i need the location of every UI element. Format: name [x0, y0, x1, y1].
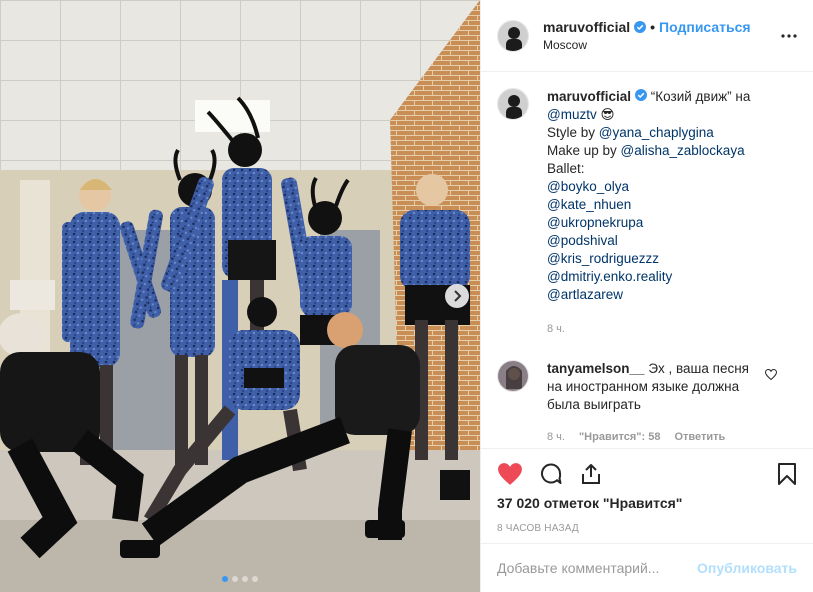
post-caption: maruvofficial “Козий движ” на @muztv 😎 Sty…	[497, 88, 797, 338]
avatar-image	[498, 361, 528, 391]
caption-line: @boyko_olya	[547, 178, 750, 196]
carousel-dot	[222, 576, 228, 582]
avatar[interactable]	[497, 360, 529, 392]
avatar-image	[498, 89, 528, 119]
heart-filled-icon	[498, 463, 522, 485]
caption-line: Ballet:	[547, 160, 750, 178]
more-options-button[interactable]	[781, 26, 797, 41]
caption-text-segment: Make up by	[547, 143, 621, 158]
carousel-dot	[252, 576, 258, 582]
caption-text-segment: 😎	[596, 107, 615, 122]
mention-link[interactable]: @artlazarew	[547, 287, 623, 302]
publish-button[interactable]: Опубликовать	[697, 560, 797, 576]
reply-button[interactable]: Ответить	[674, 428, 725, 446]
comment-time[interactable]: 8 ч.	[547, 428, 565, 446]
carousel-indicator	[0, 576, 480, 582]
mention-link[interactable]: @dmitriy.enko.reality	[547, 269, 672, 284]
caption-text-segment: Ballet:	[547, 161, 585, 176]
post-side-panel: maruvofficial • Подписаться Moscow maruv…	[480, 0, 813, 592]
carousel-next-button[interactable]	[445, 284, 469, 308]
comment-icon	[541, 463, 562, 484]
comment-button[interactable]	[539, 462, 563, 486]
comment-like-button[interactable]	[764, 368, 778, 383]
mention-link[interactable]: @kate_nhuen	[547, 197, 631, 212]
posted-time[interactable]: 8 ЧАСОВ НАЗАД	[497, 523, 797, 534]
caption-text-segment: “Козий движ” на	[650, 89, 751, 104]
follow-button[interactable]: Подписаться	[659, 19, 751, 35]
carousel-dot	[232, 576, 238, 582]
caption-text: maruvofficial “Козий движ” на @muztv 😎 Sty…	[547, 88, 750, 304]
mention-link[interactable]: @kris_rodriguezzz	[547, 251, 659, 266]
mention-link[interactable]: @boyko_olya	[547, 179, 629, 194]
carousel-dot	[242, 576, 248, 582]
comment-input[interactable]	[497, 560, 698, 576]
caption-line: @kate_nhuen	[547, 196, 750, 214]
avatar[interactable]	[497, 88, 529, 120]
save-button[interactable]	[777, 462, 797, 486]
comment-username[interactable]: tanyamelson__	[547, 361, 645, 376]
comment-likes[interactable]: "Нравится": 58	[579, 428, 660, 446]
mention-link[interactable]: @podshival	[547, 233, 618, 248]
verified-badge-icon	[634, 21, 647, 33]
mention-link[interactable]: @ukropnekrupa	[547, 215, 643, 230]
caption-line: Style by @yana_chaplygina	[547, 124, 750, 142]
caption-text-segment: Style by	[547, 125, 599, 140]
more-dots-icon	[781, 34, 797, 38]
post-header: maruvofficial • Подписаться Moscow	[481, 0, 813, 72]
chevron-right-icon	[454, 290, 462, 302]
header-separator: •	[650, 19, 656, 35]
likes-count[interactable]: 37 020 отметок "Нравится"	[497, 495, 797, 511]
location-link[interactable]: Moscow	[543, 38, 751, 52]
mention-link[interactable]: @muztv	[547, 107, 597, 122]
avatar[interactable]	[497, 19, 529, 52]
share-icon	[582, 464, 600, 484]
caption-line: @artlazarew	[547, 286, 750, 304]
comments-list[interactable]: maruvofficial “Козий движ” на @muztv 😎 Sty…	[481, 72, 813, 448]
mention-link[interactable]: @alisha_zablockaya	[621, 143, 745, 158]
like-button[interactable]	[497, 462, 523, 486]
mention-link[interactable]: @yana_chaplygina	[599, 125, 714, 140]
header-username[interactable]: maruvofficial	[543, 19, 630, 35]
avatar-image	[498, 20, 528, 51]
post-photo[interactable]	[0, 0, 480, 592]
caption-line: @podshival	[547, 232, 750, 250]
post-actions: 37 020 отметок "Нравится" 8 ЧАСОВ НАЗАД	[481, 448, 813, 534]
heart-outline-icon	[764, 368, 778, 381]
bookmark-icon	[778, 463, 796, 485]
caption-line: @dmitriy.enko.reality	[547, 268, 750, 286]
caption-username[interactable]: maruvofficial	[547, 89, 631, 104]
add-comment-bar: Опубликовать	[481, 543, 813, 592]
caption-time: 8 ч.	[547, 323, 565, 335]
caption-line: @ukropnekrupa	[547, 214, 750, 232]
post-image	[0, 0, 480, 592]
comment-item: tanyamelson__ Эх , ваша песня на иностра…	[497, 360, 797, 446]
caption-line: @muztv 😎	[547, 106, 750, 124]
caption-line: maruvofficial “Козий движ” на	[547, 88, 750, 106]
share-button[interactable]	[579, 462, 603, 486]
caption-line: Make up by @alisha_zablockaya	[547, 142, 750, 160]
verified-badge-icon	[635, 89, 648, 101]
caption-line: @kris_rodriguezzz	[547, 250, 750, 268]
